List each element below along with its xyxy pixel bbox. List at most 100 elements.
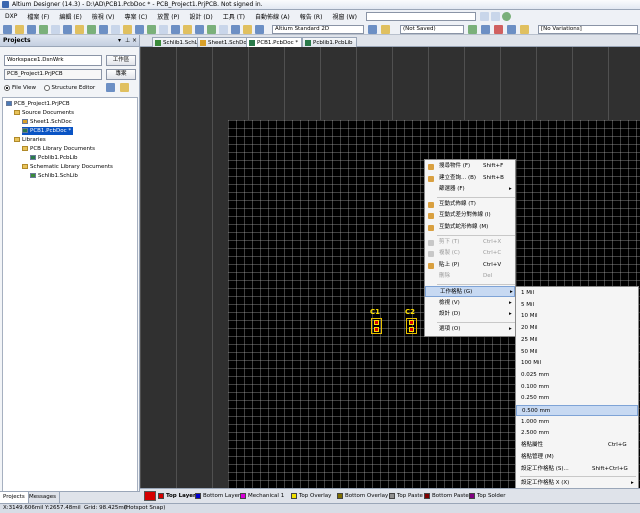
toolbar-button-icon[interactable] <box>123 25 132 34</box>
grid-option[interactable]: 20 Mil <box>516 323 638 334</box>
menu-item[interactable]: 視窗 (W) <box>327 12 362 21</box>
grid-option[interactable]: 0.500 mm <box>516 405 638 416</box>
grid-option[interactable]: 1 Mil <box>516 288 638 299</box>
variation-combo[interactable]: [No Variations] <box>538 25 638 34</box>
toolbar-button-icon[interactable] <box>507 25 516 34</box>
context-menu-item[interactable]: 工作格點 (G) ▸ <box>425 286 515 297</box>
toolbar-button-icon[interactable] <box>494 25 503 34</box>
view-mode-combo[interactable]: Altium Standard 2D <box>272 25 364 34</box>
panel-tab[interactable]: Messages <box>26 492 60 503</box>
menu-item[interactable]: 專案 (C) <box>120 12 153 21</box>
panel-pin-icon[interactable]: ⊥ <box>125 35 130 47</box>
toolbar-button-icon[interactable] <box>368 25 377 34</box>
back-icon[interactable] <box>480 12 489 21</box>
menu-item[interactable]: 報告 (R) <box>295 12 328 21</box>
tree-item[interactable]: Pcblib1.PcbLib <box>30 154 78 162</box>
workspace-combo[interactable]: Workspace1.DsnWrk <box>4 55 102 66</box>
layer-tab[interactable]: Mechanical 1 <box>239 491 284 501</box>
tree-item[interactable]: PCB1.PcbDoc * <box>22 127 74 135</box>
layer-tab[interactable]: Top Layer <box>157 491 196 501</box>
toolbar-button-icon[interactable] <box>135 25 144 34</box>
context-menu-item[interactable]: 互動式蛇形佈線 (M) <box>425 222 515 233</box>
context-menu-item[interactable]: 互動式差分對佈線 (I) <box>425 210 515 221</box>
structure-editor-radio[interactable] <box>43 84 50 91</box>
grid-option[interactable]: 0.100 mm <box>516 382 638 393</box>
document-tab[interactable]: PCB1.PcbDoc * <box>246 37 303 47</box>
pad[interactable] <box>374 320 379 325</box>
toolbar-button-icon[interactable] <box>39 25 48 34</box>
tree-item[interactable]: Schlib1.SchLib <box>30 172 78 180</box>
toolbar-button-icon[interactable] <box>468 25 477 34</box>
context-menu-item[interactable]: 搜尋物件 (F) Shift+F <box>425 161 515 172</box>
layer-tab[interactable]: Top Overlay <box>290 491 331 501</box>
context-menu-item[interactable]: 建立查詢... (B) Shift+B <box>425 173 515 184</box>
context-menu-item[interactable]: 互動式佈線 (T) <box>425 199 515 210</box>
tree-item[interactable]: Libraries <box>14 136 46 144</box>
context-menu-item[interactable]: 篩選器 (F) ▸ <box>425 184 515 195</box>
context-menu-item[interactable]: 檢視 (V) ▸ <box>425 298 515 309</box>
panel-menu-icon[interactable]: ▾ <box>118 35 121 47</box>
grid-option[interactable]: 5 Mil <box>516 300 638 311</box>
grid-option[interactable]: 10 Mil <box>516 311 638 322</box>
toolbar-button-icon[interactable] <box>219 25 228 34</box>
tree-item[interactable]: Schematic Library Documents <box>22 163 113 171</box>
workspace-button[interactable]: 工作區 <box>106 55 136 66</box>
menu-item[interactable]: 編輯 (E) <box>54 12 86 21</box>
tree-item[interactable]: Sheet1.SchDoc <box>22 118 72 126</box>
context-menu-item[interactable]: 設計 (D) ▸ <box>425 309 515 320</box>
layer-tab[interactable]: Bottom Overlay <box>336 491 388 501</box>
grid-option[interactable]: 100 Mil <box>516 358 638 369</box>
panel-close-icon[interactable]: × <box>132 35 137 47</box>
toolbar-button-icon[interactable] <box>63 25 72 34</box>
toolbar-button-icon[interactable] <box>381 25 390 34</box>
pad[interactable] <box>409 320 414 325</box>
project-field[interactable]: PCB_Project1.PrjPCB <box>4 69 102 80</box>
toolbar-button-icon[interactable] <box>111 25 120 34</box>
toolbar-button-icon[interactable] <box>183 25 192 34</box>
toolbar-button-icon[interactable] <box>27 25 36 34</box>
toolbar-button-icon[interactable] <box>481 25 490 34</box>
project-options-icon[interactable] <box>120 83 129 92</box>
toolbar-button-icon[interactable] <box>171 25 180 34</box>
toolbar-button-icon[interactable] <box>147 25 156 34</box>
grid-option[interactable]: 1.000 mm <box>516 417 638 428</box>
project-button[interactable]: 專案 <box>106 69 136 80</box>
layer-set-combo[interactable]: (Not Saved) <box>400 25 464 34</box>
toolbar-button-icon[interactable] <box>99 25 108 34</box>
file-view-radio[interactable] <box>4 84 10 91</box>
menu-item[interactable]: 檢視 (V) <box>87 12 120 21</box>
toolbar-button-icon[interactable] <box>3 25 12 34</box>
component-c2[interactable] <box>406 318 417 334</box>
pad[interactable] <box>374 327 379 332</box>
forward-icon[interactable] <box>491 12 500 21</box>
grid-option[interactable]: 設定工作格點 (S)... Shift+Ctrl+G <box>516 464 638 475</box>
toolbar-button-icon[interactable] <box>231 25 240 34</box>
toolbar-button-icon[interactable] <box>195 25 204 34</box>
toolbar-button-icon[interactable] <box>520 25 529 34</box>
layer-tab[interactable]: Top Solder <box>468 491 506 501</box>
document-tab[interactable]: Pcblib1.PcbLib <box>302 37 357 47</box>
menu-item[interactable]: DXP <box>0 13 22 20</box>
component-c1[interactable] <box>371 318 382 334</box>
toolbar-button-icon[interactable] <box>75 25 84 34</box>
tree-item[interactable]: Source Documents <box>14 109 74 117</box>
tree-item[interactable]: PCB_Project1.PrjPCB <box>6 100 70 108</box>
layer-tab[interactable]: Bottom Layer <box>194 491 240 501</box>
grid-option[interactable]: 25 Mil <box>516 335 638 346</box>
context-menu-item[interactable]: 貼上 (P) Ctrl+V <box>425 260 515 271</box>
menu-item[interactable]: 檔案 (F) <box>22 12 54 21</box>
toolbar-button-icon[interactable] <box>159 25 168 34</box>
project-refresh-icon[interactable] <box>106 83 115 92</box>
toolbar-button-icon[interactable] <box>207 25 216 34</box>
tree-item[interactable]: PCB Library Documents <box>22 145 95 153</box>
toolbar-button-icon[interactable] <box>255 25 264 34</box>
layer-tab[interactable]: Bottom Paste <box>423 491 469 501</box>
grid-option[interactable]: 50 Mil <box>516 347 638 358</box>
menu-item[interactable]: 設計 (D) <box>185 12 218 21</box>
grid-option[interactable]: 0.250 mm <box>516 393 638 404</box>
home-icon[interactable] <box>502 12 511 21</box>
grid-option[interactable]: 2.500 mm <box>516 428 638 439</box>
menu-item[interactable]: 放置 (P) <box>152 12 184 21</box>
layer-tab[interactable]: Top Paste <box>388 491 423 501</box>
toolbar-button-icon[interactable] <box>87 25 96 34</box>
